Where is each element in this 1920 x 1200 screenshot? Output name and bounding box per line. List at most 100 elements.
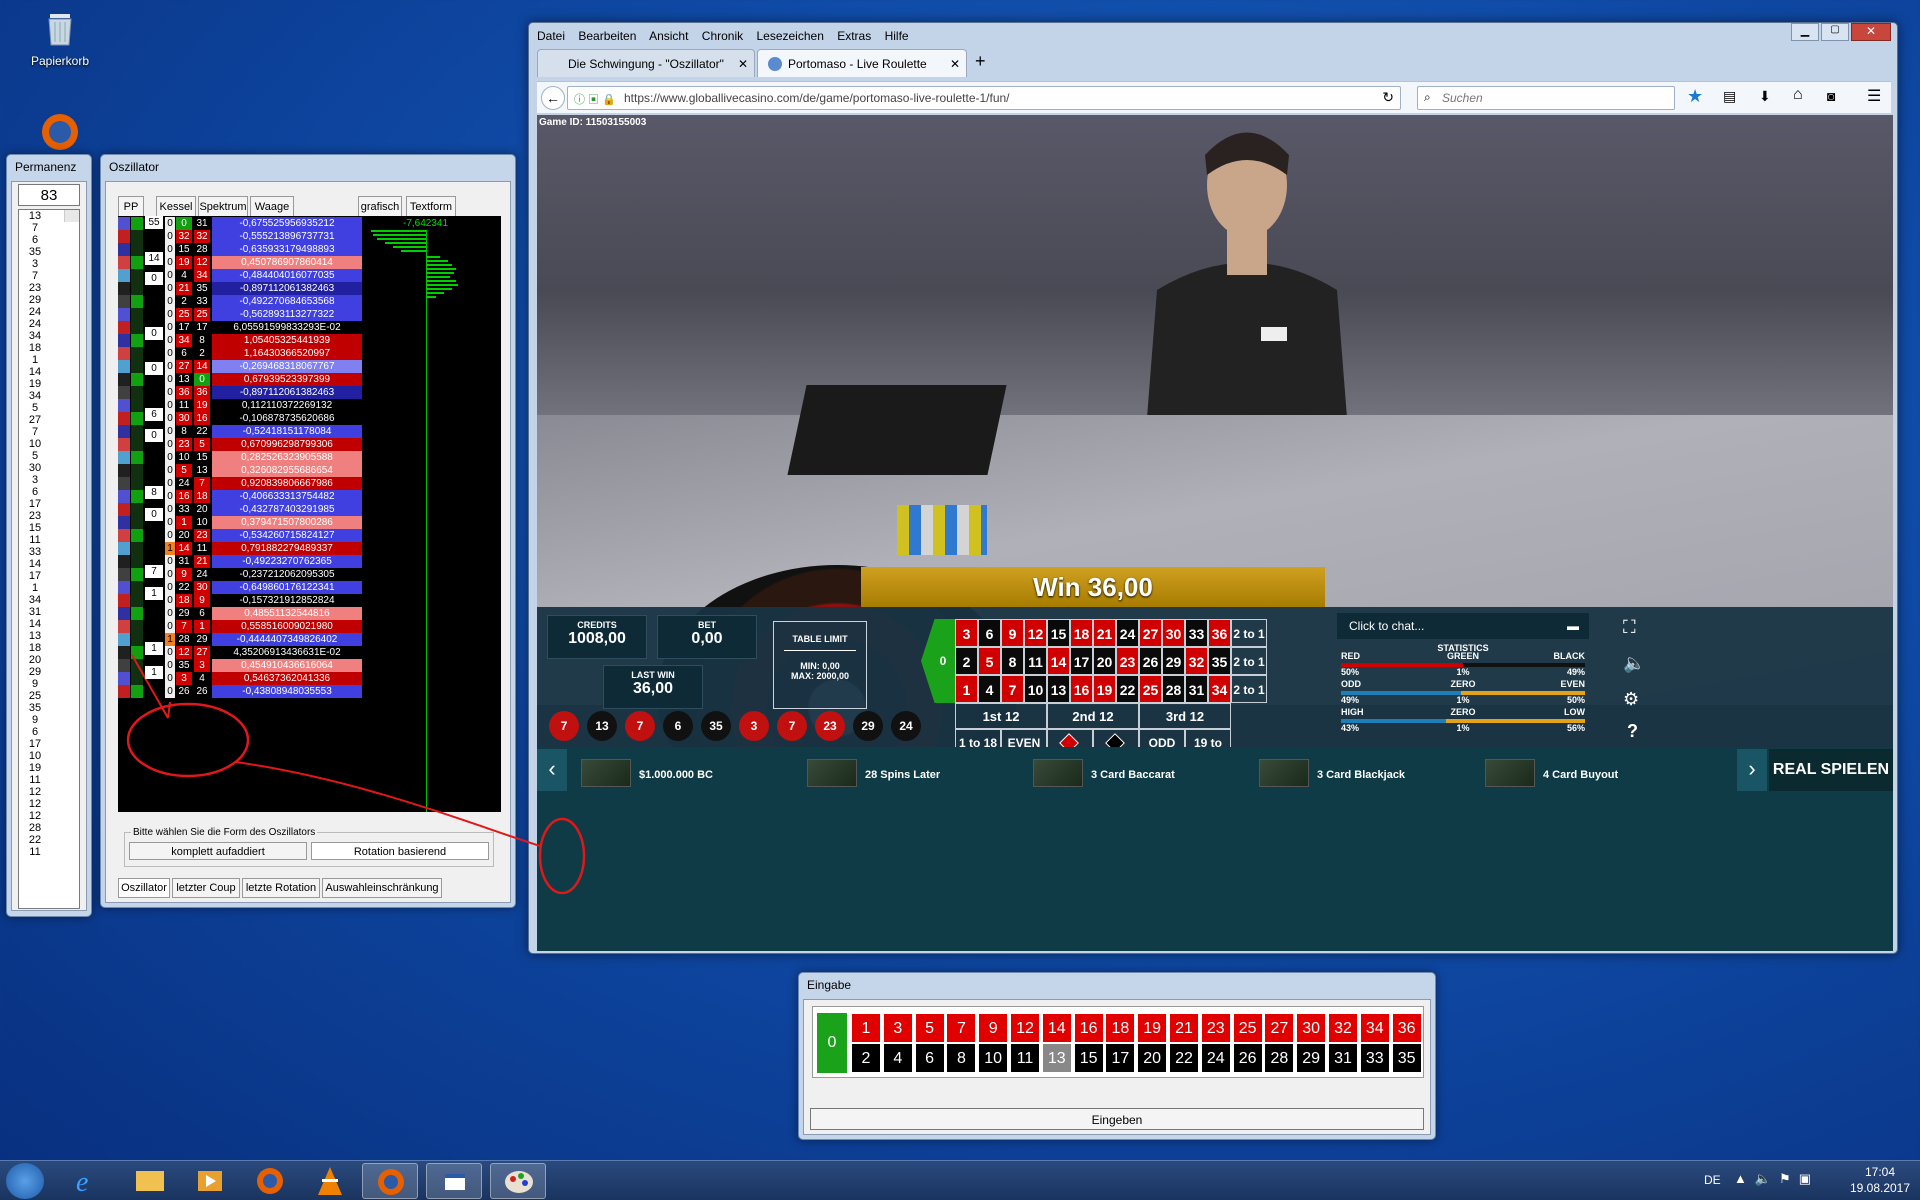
eingabe-number[interactable]: 2 <box>851 1043 881 1073</box>
bet-number[interactable]: 20 <box>1093 647 1116 675</box>
lobby-game-name[interactable]: 28 Spins Later <box>865 769 940 781</box>
library-icon[interactable]: ▤ <box>1723 88 1736 105</box>
minimize-button[interactable]: ▁ <box>1791 23 1819 41</box>
taskbar-vlc-icon[interactable] <box>302 1163 358 1199</box>
help-icon[interactable]: ? <box>1627 721 1638 742</box>
dozen-3[interactable]: 3rd 12 <box>1139 703 1231 729</box>
menu-extras[interactable]: Extras <box>837 29 871 43</box>
eingabe-number[interactable]: 9 <box>978 1013 1009 1043</box>
menu-hamburger-icon[interactable]: ☰ <box>1867 86 1881 106</box>
menu-ansicht[interactable]: Ansicht <box>649 29 688 43</box>
eingabe-number[interactable]: 11 <box>1010 1043 1040 1073</box>
lobby-game-name[interactable]: 4 Card Buyout <box>1543 769 1618 781</box>
bet-number[interactable]: 17 <box>1070 647 1093 675</box>
dozen-1[interactable]: 1st 12 <box>955 703 1047 729</box>
pocket-icon[interactable]: ◙ <box>1827 88 1835 104</box>
lobby-game-thumbnail[interactable] <box>1259 759 1309 787</box>
bet-number[interactable]: 4 <box>978 675 1001 703</box>
tab-letzte-rotation[interactable]: letzte Rotation <box>242 878 320 898</box>
volume-icon[interactable]: 🔈 <box>1623 653 1645 674</box>
eingabe-number[interactable]: 23 <box>1200 1013 1231 1043</box>
eingabe-number[interactable]: 26 <box>1232 1043 1263 1073</box>
eingabe-number[interactable]: 4 <box>882 1043 913 1073</box>
eingabe-number[interactable]: 12 <box>1010 1013 1040 1043</box>
komplett-aufaddiert-button[interactable]: komplett aufaddiert <box>129 842 307 860</box>
eingabe-number[interactable]: 34 <box>1359 1013 1390 1043</box>
menu-bearbeiten[interactable]: Bearbeiten <box>578 29 636 43</box>
eingabe-number[interactable]: 10 <box>978 1043 1009 1073</box>
bet-number[interactable]: 28 <box>1162 675 1185 703</box>
bet-number[interactable]: 34 <box>1208 675 1231 703</box>
eingabe-number[interactable]: 31 <box>1328 1043 1358 1073</box>
dozen-2[interactable]: 2nd 12 <box>1047 703 1139 729</box>
eingabe-number[interactable]: 24 <box>1200 1043 1231 1073</box>
bet-number[interactable]: 11 <box>1024 647 1047 675</box>
eingabe-number[interactable]: 14 <box>1041 1013 1072 1043</box>
eingabe-number[interactable]: 5 <box>914 1013 945 1043</box>
tab2-close-icon[interactable]: ✕ <box>950 50 960 77</box>
eingabe-number[interactable]: 19 <box>1137 1013 1168 1043</box>
eingabe-number[interactable]: 3 <box>882 1013 913 1043</box>
url-field[interactable]: ⓘ ▣ 🔒 https://www.globallivecasino.com/d… <box>567 86 1401 110</box>
menu-datei[interactable]: Datei <box>537 29 565 43</box>
search-field[interactable]: ⌕ Suchen <box>1417 86 1675 110</box>
zero-cell[interactable]: 0 <box>921 619 955 703</box>
column-bet-2[interactable]: 2 to 1 <box>1231 647 1267 675</box>
menu-chronik[interactable]: Chronik <box>702 29 743 43</box>
tab-auswahleinschraenkung[interactable]: Auswahleinschränkung <box>322 878 442 898</box>
download-icon[interactable]: ⬇ <box>1759 88 1771 105</box>
taskbar-paint-icon[interactable] <box>490 1163 546 1199</box>
lobby-next-button[interactable]: › <box>1737 749 1767 791</box>
bet-number[interactable]: 36 <box>1208 619 1231 647</box>
header-kessel[interactable]: Kessel <box>156 196 196 216</box>
eingabe-number[interactable]: 16 <box>1073 1013 1104 1043</box>
header-pp[interactable]: PP <box>118 196 144 216</box>
betting-table[interactable]: 0 3 6 9 12 15 18 21 24 27 30 33 36 2 5 8 11 14 17 20 23 26 29… <box>921 615 1281 776</box>
bet-number[interactable]: 15 <box>1047 619 1070 647</box>
bet-number[interactable]: 8 <box>1001 647 1024 675</box>
bet-number[interactable]: 32 <box>1185 647 1208 675</box>
eingabe-zero[interactable]: 0 <box>817 1013 847 1073</box>
eingabe-number[interactable]: 18 <box>1105 1013 1136 1043</box>
taskbar-app-icon[interactable] <box>426 1163 482 1199</box>
bet-number[interactable]: 27 <box>1139 619 1162 647</box>
eingabe-number[interactable]: 33 <box>1359 1043 1390 1073</box>
recycle-bin-icon[interactable]: Papierkorb <box>20 6 100 68</box>
lobby-prev-button[interactable]: ‹ <box>537 749 567 791</box>
bet-number[interactable]: 35 <box>1208 647 1231 675</box>
column-bet-3[interactable]: 2 to 1 <box>1231 675 1267 703</box>
bet-number[interactable]: 12 <box>1024 619 1047 647</box>
header-waage[interactable]: Waage <box>250 196 294 216</box>
eingabe-number[interactable]: 20 <box>1137 1043 1168 1073</box>
bet-number[interactable]: 19 <box>1093 675 1116 703</box>
eingabe-number[interactable]: 15 <box>1073 1043 1104 1073</box>
bet-number[interactable]: 26 <box>1139 647 1162 675</box>
eingabe-number[interactable]: 35 <box>1391 1043 1422 1073</box>
bet-number[interactable]: 29 <box>1162 647 1185 675</box>
menu-lesezeichen[interactable]: Lesezeichen <box>756 29 823 43</box>
bet-number[interactable]: 21 <box>1093 619 1116 647</box>
bet-number[interactable]: 6 <box>978 619 1001 647</box>
eingabe-number[interactable]: 27 <box>1264 1013 1295 1043</box>
eingabe-number[interactable]: 6 <box>914 1043 945 1073</box>
firefox-desktop-icon[interactable] <box>20 110 100 158</box>
taskbar-explorer-icon[interactable] <box>122 1163 178 1199</box>
header-grafisch[interactable]: grafisch <box>358 196 402 216</box>
lobby-game-thumbnail[interactable] <box>1485 759 1535 787</box>
tab-oszillator[interactable]: Oszillator <box>118 878 170 898</box>
bet-number[interactable]: 10 <box>1024 675 1047 703</box>
bet-number[interactable]: 1 <box>955 675 978 703</box>
bet-number[interactable]: 13 <box>1047 675 1070 703</box>
bet-number[interactable]: 30 <box>1162 619 1185 647</box>
bet-number[interactable]: 33 <box>1185 619 1208 647</box>
eingeben-button[interactable]: Eingeben <box>810 1108 1424 1130</box>
tab-letzter-coup[interactable]: letzter Coup <box>172 878 240 898</box>
eingabe-number[interactable]: 13 <box>1041 1043 1072 1073</box>
clock-time[interactable]: 17:04 <box>1850 1165 1910 1179</box>
reload-icon[interactable]: ↻ <box>1382 89 1394 106</box>
maximize-button[interactable]: ▢ <box>1821 23 1849 41</box>
eingabe-number[interactable]: 22 <box>1169 1043 1199 1073</box>
eingabe-number[interactable]: 30 <box>1296 1013 1327 1043</box>
bet-number[interactable]: 16 <box>1070 675 1093 703</box>
home-icon[interactable]: ⌂ <box>1793 86 1803 104</box>
